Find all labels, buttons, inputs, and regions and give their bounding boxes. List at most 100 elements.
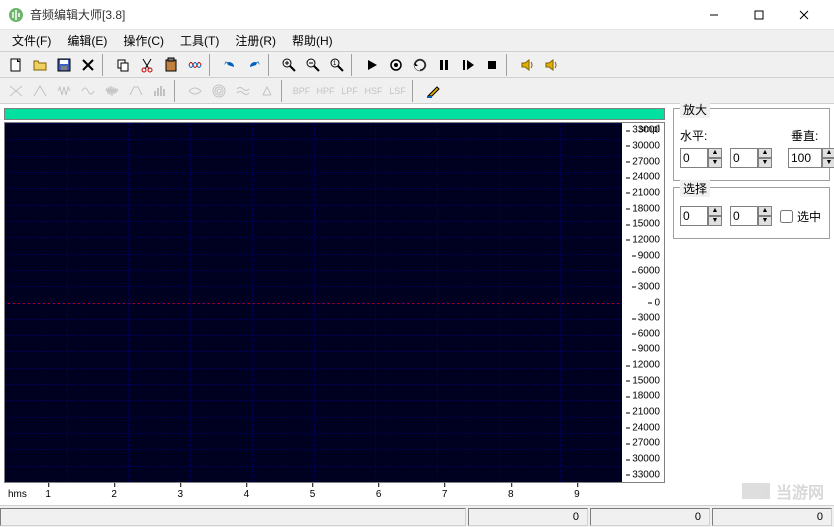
spin-down-icon[interactable]: ▼ xyxy=(708,158,722,168)
spin-up-icon[interactable]: ▲ xyxy=(708,148,722,158)
menu-operate[interactable]: 操作(C) xyxy=(115,30,172,51)
horizontal-spin-a: ▲▼ xyxy=(680,148,722,168)
grid-line xyxy=(5,449,622,450)
fx-pitch-icon xyxy=(255,80,278,102)
zoom-in-button[interactable] xyxy=(277,54,300,76)
vertical-input[interactable] xyxy=(788,148,822,168)
y-tick: 21000 xyxy=(632,407,660,418)
x-tick: 2 xyxy=(111,489,117,500)
zoom-group: 放大 水平: 垂直: ▲▼ ▲▼ ▲▼ xyxy=(673,108,830,181)
select-from-input[interactable] xyxy=(680,206,708,226)
cut-button[interactable] xyxy=(135,54,158,76)
zoom-out-button[interactable] xyxy=(301,54,324,76)
select-from-spin: ▲▼ xyxy=(680,206,722,226)
y-tick: 9000 xyxy=(638,250,660,261)
open-button[interactable] xyxy=(28,54,51,76)
toolbar-separator xyxy=(102,54,108,76)
menu-register[interactable]: 注册(R) xyxy=(227,30,284,51)
x-tick: 9 xyxy=(574,489,580,500)
y-tick: 27000 xyxy=(632,156,660,167)
fx-reverb-icon xyxy=(183,80,206,102)
fx-noise-icon xyxy=(100,80,123,102)
loop-button[interactable] xyxy=(408,54,431,76)
toolbar-separator xyxy=(506,54,512,76)
grid-line xyxy=(5,466,622,467)
y-tick: 12000 xyxy=(632,360,660,371)
delete-button[interactable] xyxy=(76,54,99,76)
paste-button[interactable] xyxy=(159,54,182,76)
y-axis: smpl 33000300002700024000210001800015000… xyxy=(622,123,664,482)
window-controls xyxy=(691,0,826,30)
spin-down-icon[interactable]: ▼ xyxy=(708,216,722,226)
save-button[interactable] xyxy=(52,54,75,76)
pause-button[interactable] xyxy=(432,54,455,76)
selected-checkbox[interactable] xyxy=(780,210,793,223)
stop-button[interactable] xyxy=(480,54,503,76)
x-tick: 4 xyxy=(244,489,250,500)
new-button[interactable] xyxy=(4,54,27,76)
hsf-button: HSF xyxy=(362,80,385,102)
fx-wave1-icon xyxy=(52,80,75,102)
waveform-overview[interactable] xyxy=(4,108,665,120)
grid-line xyxy=(5,417,622,418)
y-tick: 3000 xyxy=(638,313,660,324)
status-bar: 0 0 0 xyxy=(0,505,834,527)
spin-down-icon[interactable]: ▼ xyxy=(758,216,772,226)
y-tick: 21000 xyxy=(632,187,660,198)
toolbar-separator xyxy=(412,80,418,102)
x-tick: 5 xyxy=(310,489,316,500)
spin-down-icon[interactable]: ▼ xyxy=(758,158,772,168)
toolbar-separator xyxy=(174,80,180,102)
waveform-canvas[interactable] xyxy=(5,123,622,482)
grid-line xyxy=(5,205,622,206)
mix-button[interactable] xyxy=(183,54,206,76)
y-tick: 24000 xyxy=(632,422,660,433)
fx-crossfade-icon xyxy=(4,80,27,102)
menu-file[interactable]: 文件(F) xyxy=(4,30,59,51)
play-button[interactable] xyxy=(360,54,383,76)
menu-bar: 文件(F) 编辑(E) 操作(C) 工具(T) 注册(R) 帮助(H) xyxy=(0,30,834,52)
y-tick: 15000 xyxy=(632,219,660,230)
grid-line xyxy=(5,156,622,157)
select-to-input[interactable] xyxy=(730,206,758,226)
y-tick: 30000 xyxy=(632,454,660,465)
horizontal-input-b[interactable] xyxy=(730,148,758,168)
y-tick: 33000 xyxy=(632,469,660,480)
window-title: 音频编辑大师[3.8] xyxy=(30,6,691,23)
spin-up-icon[interactable]: ▲ xyxy=(758,206,772,216)
record-button[interactable] xyxy=(384,54,407,76)
spin-down-icon[interactable]: ▼ xyxy=(822,158,834,168)
speaker-right-button[interactable] xyxy=(539,54,562,76)
menu-help[interactable]: 帮助(H) xyxy=(284,30,341,51)
toolbar-separator xyxy=(351,54,357,76)
zoom-legend: 放大 xyxy=(680,101,710,118)
spin-up-icon[interactable]: ▲ xyxy=(822,148,834,158)
y-tick: 6000 xyxy=(638,328,660,339)
undo-button[interactable] xyxy=(218,54,241,76)
fx-wave2-icon xyxy=(76,80,99,102)
spin-up-icon[interactable]: ▲ xyxy=(708,206,722,216)
redo-button[interactable] xyxy=(242,54,265,76)
menu-edit[interactable]: 编辑(E) xyxy=(59,30,115,51)
y-tick: 30000 xyxy=(632,140,660,151)
watermark: 当游网 xyxy=(742,479,824,503)
maximize-button[interactable] xyxy=(736,0,781,30)
grid-line xyxy=(5,433,622,434)
edit-tool-button[interactable] xyxy=(421,80,444,102)
y-tick: 24000 xyxy=(632,172,660,183)
y-tick: 0 xyxy=(654,297,660,308)
step-button[interactable] xyxy=(456,54,479,76)
lpf-button: LPF xyxy=(338,80,361,102)
horizontal-input-a[interactable] xyxy=(680,148,708,168)
spin-up-icon[interactable]: ▲ xyxy=(758,148,772,158)
y-tick: 33000 xyxy=(632,125,660,136)
zoom-fit-button[interactable]: 1 xyxy=(325,54,348,76)
right-panel: 放大 水平: 垂直: ▲▼ ▲▼ ▲▼ xyxy=(669,104,834,505)
close-button[interactable] xyxy=(781,0,826,30)
app-icon xyxy=(8,7,24,23)
menu-tools[interactable]: 工具(T) xyxy=(172,30,227,51)
speaker-left-button[interactable] xyxy=(515,54,538,76)
minimize-button[interactable] xyxy=(691,0,736,30)
x-tick: 8 xyxy=(508,489,514,500)
copy-button[interactable] xyxy=(111,54,134,76)
